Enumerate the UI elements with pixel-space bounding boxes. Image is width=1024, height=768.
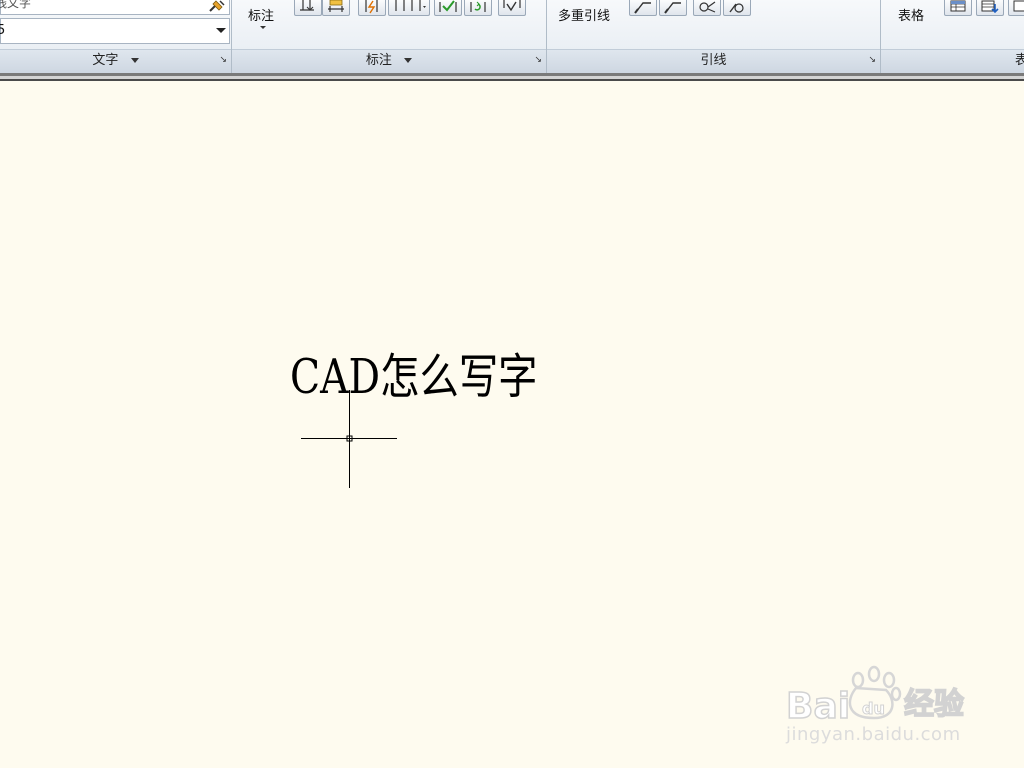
dim-continue-icon[interactable] [294,0,322,16]
text-panel: 线文字 5 文字 ↘ [0,0,231,74]
link-data-icon[interactable] [1008,0,1024,16]
watermark-url: jingyan.baidu.com [786,724,961,745]
table-style-icon[interactable] [944,0,972,16]
text-style-value: 线文字 [0,0,32,10]
leader-panel: 多重引线 引线 ↘ [547,0,880,74]
table-panel: 表格 表 [881,0,1024,73]
table-big-button[interactable]: 表格 [889,0,939,40]
text-height-combo[interactable]: 5 [0,18,230,44]
expand-arrow-icon [130,58,139,63]
dim-reassociate-icon[interactable] [498,0,526,16]
text-panel-title[interactable]: 文字 ↘ [0,49,231,74]
dialog-launcher-icon[interactable]: ↘ [868,55,876,65]
dim-update-icon[interactable] [464,0,492,16]
ribbon: 线文字 5 文字 ↘ 标注 标注 ↘ 多重引线 引线 ↘ 表格 表 [0,0,1024,74]
dim-baseline-icon[interactable] [322,0,350,16]
dropdown-arrow-icon[interactable] [216,28,226,33]
dimension-panel-title[interactable]: 标注 ↘ [232,49,546,74]
multileader-big-button[interactable]: 多重引线 [553,0,623,40]
align-leader-icon[interactable] [693,0,721,16]
dialog-launcher-icon[interactable]: ↘ [534,55,542,65]
dimension-panel: 标注 标注 ↘ [232,0,546,74]
svg-text:du: du [862,699,885,718]
add-leader-icon[interactable] [629,0,657,16]
dimension-button-label: 标注 [248,9,275,24]
table-button-label: 表格 [898,9,925,24]
collect-leader-icon[interactable] [723,0,751,16]
baidu-jingyan-watermark: Bai du 经验 jingyan.baidu.com [786,660,976,750]
chevron-down-icon [260,26,266,29]
dim-adjust-space-icon[interactable] [388,0,430,16]
dim-break-icon[interactable] [358,0,386,16]
text-height-value: 5 [0,23,6,38]
multileader-button-label: 多重引线 [558,9,611,24]
dialog-launcher-icon[interactable]: ↘ [219,55,227,65]
expand-arrow-icon [404,58,413,63]
text-style-combo[interactable]: 线文字 [0,0,230,15]
svg-text:Bai: Bai [786,686,850,727]
dimension-big-button[interactable]: 标注 [242,0,282,40]
crosshair-cursor [301,390,397,488]
leader-panel-title[interactable]: 引线 ↘ [547,49,880,74]
extract-data-icon[interactable] [976,0,1004,16]
remove-leader-icon[interactable] [659,0,687,16]
dim-inspect-icon[interactable] [434,0,462,16]
find-replace-icon[interactable] [208,0,226,12]
table-panel-title[interactable]: 表 [881,49,1024,73]
svg-text:经验: 经验 [904,687,964,722]
